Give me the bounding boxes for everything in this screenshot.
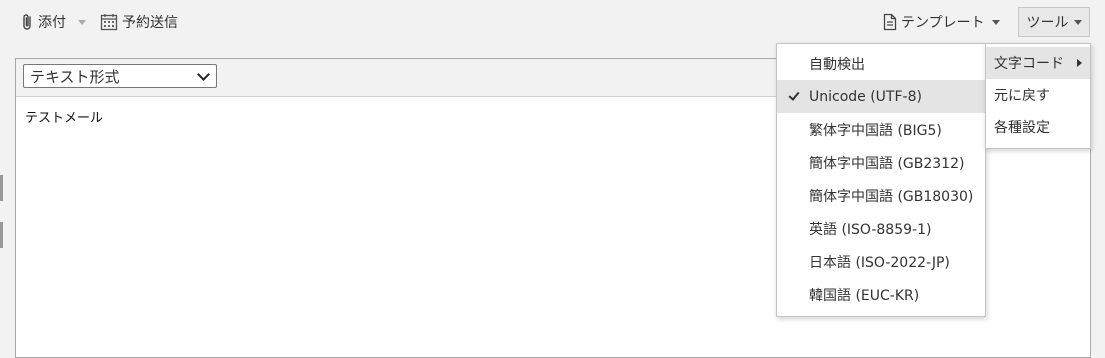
tools-item-settings[interactable]: 各種設定 xyxy=(986,111,1090,143)
chevron-down-icon xyxy=(991,19,1000,25)
attach-button[interactable]: 添付 xyxy=(22,12,86,32)
tools-label: ツール xyxy=(1026,15,1069,31)
encoding-item-iso-2022-jp[interactable]: 日本語 (ISO-2022-JP) xyxy=(777,245,985,278)
tools-item-encoding[interactable]: 文字コード xyxy=(986,47,1090,79)
schedule-send-label: 予約送信 xyxy=(122,15,178,31)
attach-label: 添付 xyxy=(38,15,66,31)
encoding-submenu: 自動検出 Unicode (UTF-8) 繁体字中国語 (BIG5) 簡体字中国… xyxy=(776,43,986,317)
chevron-right-icon xyxy=(1077,59,1082,67)
encoding-item-gb18030[interactable]: 簡体字中国語 (GB18030) xyxy=(777,179,985,212)
chevron-down-icon xyxy=(197,67,210,81)
format-select-value: テキスト形式 xyxy=(30,67,120,86)
check-icon xyxy=(788,89,800,101)
encoding-item-big5[interactable]: 繁体字中国語 (BIG5) xyxy=(777,113,985,146)
encoding-item-iso-8859-1[interactable]: 英語 (ISO-8859-1) xyxy=(777,212,985,245)
template-label: テンプレート xyxy=(901,15,985,31)
encoding-item-utf8[interactable]: Unicode (UTF-8) xyxy=(777,80,985,113)
chevron-down-icon xyxy=(1073,19,1082,25)
template-button[interactable]: テンプレート xyxy=(883,12,1000,32)
chevron-down-icon xyxy=(78,19,86,25)
encoding-item-auto[interactable]: 自動検出 xyxy=(777,47,985,80)
scrollbar-mark xyxy=(0,175,3,201)
message-body[interactable]: テストメール xyxy=(25,107,103,126)
encoding-item-gb2312[interactable]: 簡体字中国語 (GB2312) xyxy=(777,146,985,179)
document-icon xyxy=(883,13,897,31)
encoding-item-euc-kr[interactable]: 韓国語 (EUC-KR) xyxy=(777,278,985,311)
schedule-send-button[interactable]: 予約送信 xyxy=(100,12,178,32)
paperclip-icon xyxy=(23,14,31,30)
compose-toolbar: 添付 予約送信 テンプレート ツール xyxy=(0,0,1105,44)
scrollbar-mark xyxy=(0,222,3,248)
tools-item-undo[interactable]: 元に戻す xyxy=(986,79,1090,111)
format-select[interactable]: テキスト形式 xyxy=(23,64,217,88)
tools-menu: 文字コード 元に戻す 各種設定 xyxy=(985,43,1091,149)
tools-button[interactable]: ツール xyxy=(1018,7,1090,37)
calendar-icon xyxy=(100,14,118,31)
